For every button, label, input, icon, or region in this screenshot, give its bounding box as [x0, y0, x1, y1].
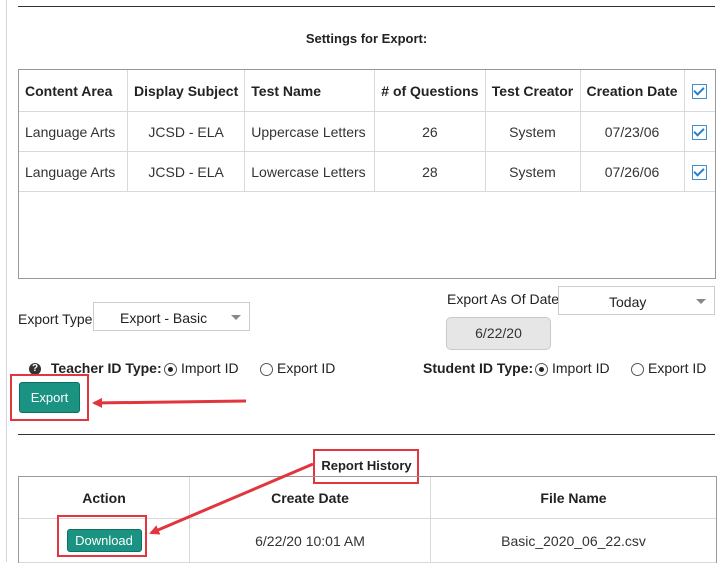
annotation-arrows	[92, 397, 314, 535]
arrow-to-download-icon	[149, 462, 314, 535]
arrow-to-export-icon	[92, 397, 247, 408]
